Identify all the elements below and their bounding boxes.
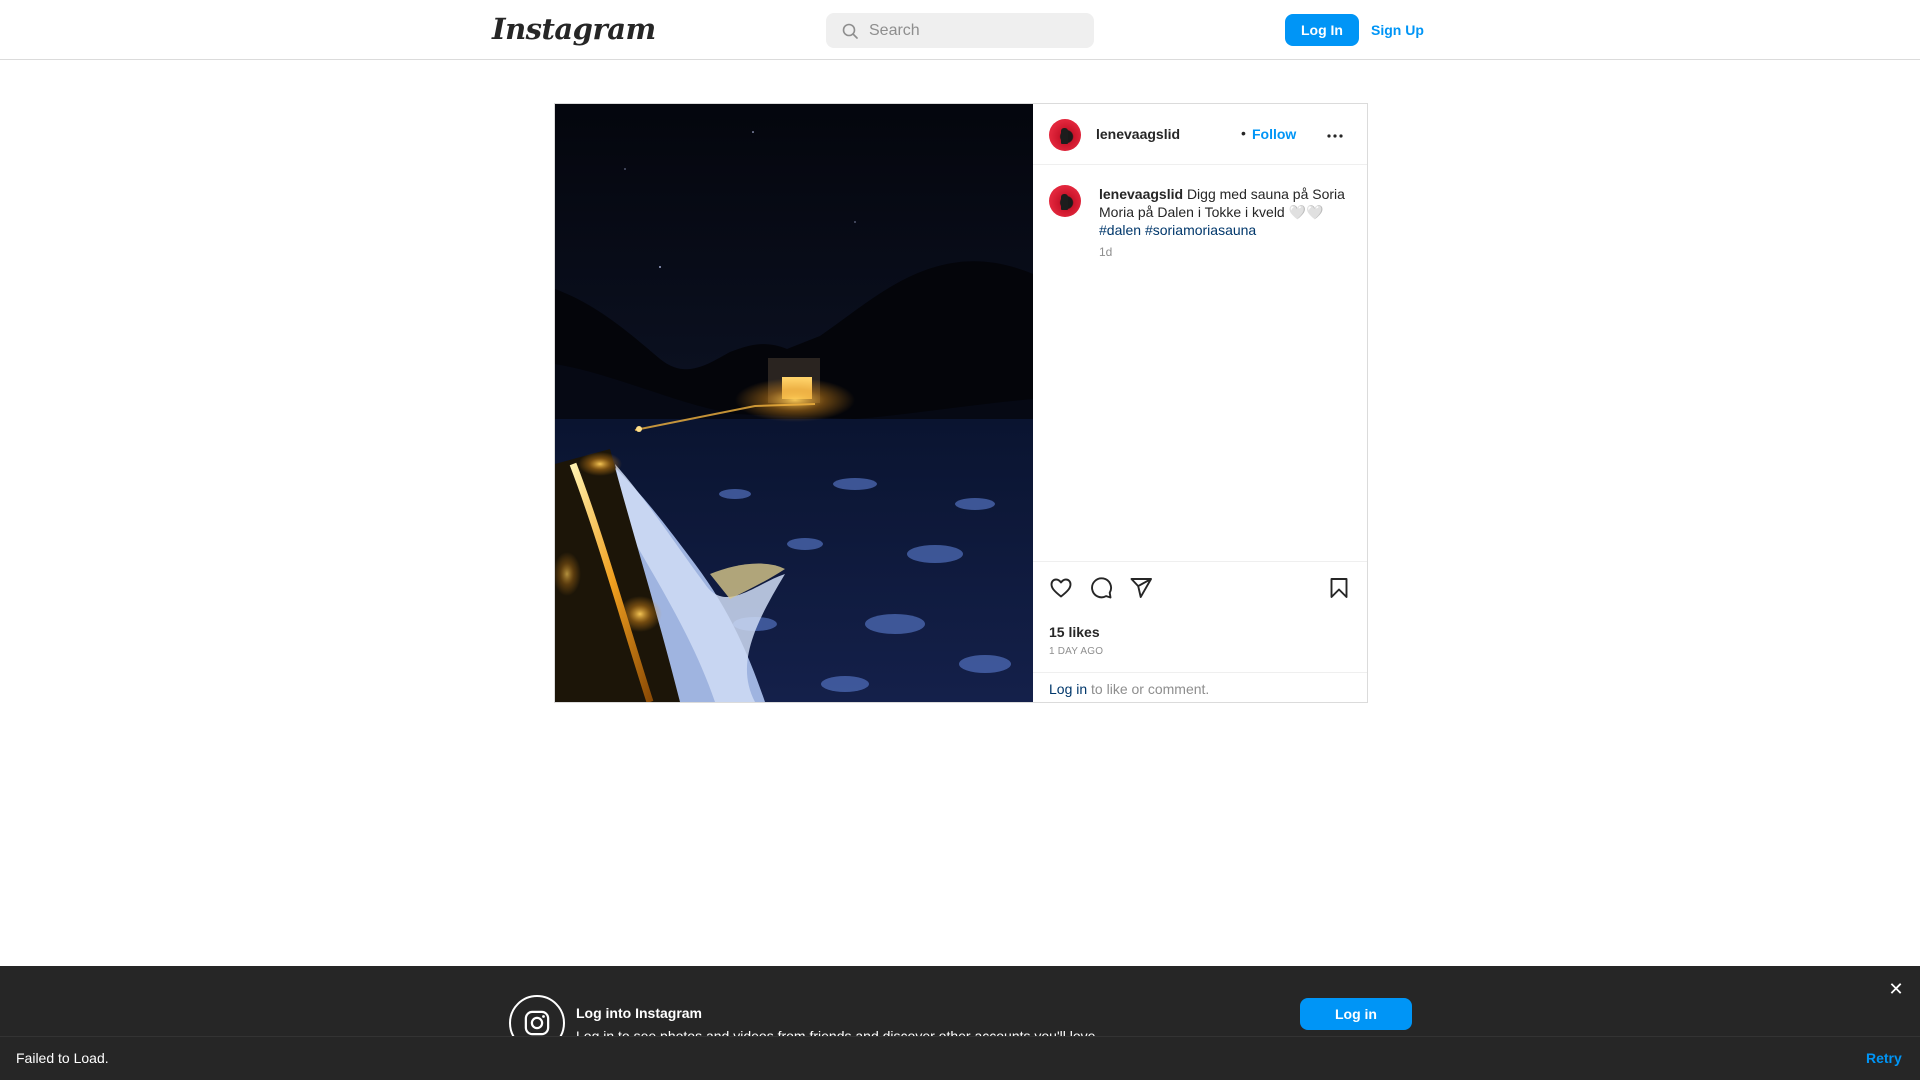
login-button[interactable]: Log In — [1285, 14, 1359, 46]
bookmark-icon[interactable] — [1327, 576, 1351, 600]
banner-subtitle: Log in to see photos and videos from fri… — [576, 1028, 1100, 1036]
likes-count[interactable]: 15 likes — [1049, 624, 1100, 640]
banner-title: Log into Instagram — [576, 1005, 702, 1021]
share-icon[interactable] — [1129, 576, 1153, 600]
toast-message: Failed to Load. — [16, 1050, 109, 1066]
hashtag-link[interactable]: #dalen — [1099, 222, 1141, 238]
post-header: lenevaagslid • Follow — [1033, 104, 1367, 165]
close-icon[interactable]: ✕ — [1888, 981, 1904, 999]
post-author-username[interactable]: lenevaagslid — [1096, 126, 1180, 142]
error-toast: Failed to Load. Retry — [0, 1036, 1920, 1080]
comment-prompt: Log in to like or comment. — [1033, 672, 1367, 702]
follow-button[interactable]: Follow — [1252, 126, 1296, 142]
post-timestamp: 1 DAY AGO — [1049, 646, 1104, 657]
search-input[interactable] — [869, 13, 1084, 48]
more-options-icon[interactable] — [1323, 124, 1347, 148]
retry-button[interactable]: Retry — [1866, 1050, 1902, 1066]
top-navigation: Instagram Log In Sign Up — [0, 0, 1920, 60]
caption: lenevaagslid Digg med sauna på Soria Mor… — [1033, 165, 1367, 565]
instagram-glyph-icon — [509, 995, 565, 1036]
login-link[interactable]: Log in — [1049, 681, 1087, 697]
search-box[interactable] — [826, 13, 1094, 48]
caption-avatar[interactable] — [1049, 185, 1081, 217]
instagram-logo[interactable]: Instagram — [492, 12, 656, 46]
hashtag-link[interactable]: #soriamoriasauna — [1145, 222, 1256, 238]
separator-dot: • — [1241, 125, 1246, 141]
post-photo[interactable] — [555, 104, 1033, 702]
caption-text: lenevaagslid Digg med sauna på Soria Mor… — [1099, 185, 1349, 239]
search-icon — [842, 23, 858, 39]
login-banner: Log into Instagram Log in to see photos … — [0, 966, 1920, 1036]
avatar[interactable] — [1049, 119, 1081, 151]
caption-username[interactable]: lenevaagslid — [1099, 186, 1183, 202]
caption-timestamp: 1d — [1099, 245, 1113, 259]
signup-button[interactable]: Sign Up — [1371, 14, 1424, 46]
banner-login-button[interactable]: Log in — [1300, 998, 1412, 1030]
comment-prompt-text: to like or comment. — [1087, 681, 1210, 697]
post-sidebar: lenevaagslid • Follow lenevaagslid Digg … — [1033, 104, 1367, 702]
post-card: lenevaagslid • Follow lenevaagslid Digg … — [554, 103, 1368, 703]
comment-icon[interactable] — [1089, 576, 1113, 600]
post-actions: 15 likes 1 DAY AGO — [1033, 561, 1367, 676]
heart-icon[interactable] — [1049, 576, 1073, 600]
